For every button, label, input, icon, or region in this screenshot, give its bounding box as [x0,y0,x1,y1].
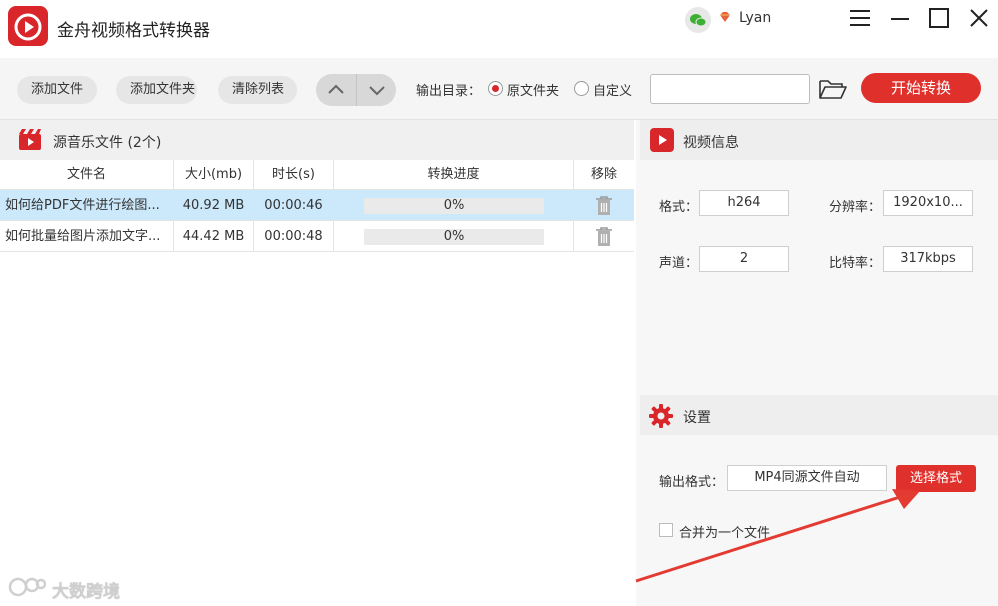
vip-diamond-icon [718,10,732,24]
annotation-arrow [635,489,920,583]
column-header[interactable]: 大小(mb) [174,160,254,190]
resolution-value: 1920x10... [883,190,973,216]
settings-header: 设置 [640,395,998,435]
bitrate-value: 317kbps [883,246,973,272]
column-header[interactable]: 文件名 [0,160,174,190]
video-info-title: 视频信息 [683,135,739,151]
file-list-header: 源音乐文件 (2个) [0,120,634,160]
play-icon [650,128,674,152]
column-header[interactable]: 转换进度 [334,160,574,190]
move-down-button[interactable] [356,74,396,106]
add-file-button[interactable]: 添加文件 [17,76,97,104]
file-size-cell: 44.42 MB [174,221,254,252]
progress-text: 0% [443,229,465,244]
watermark: 大数跨境 [8,574,148,602]
trash-icon[interactable] [594,226,614,248]
move-up-button[interactable] [316,74,356,106]
radio-custom-folder[interactable] [574,81,589,96]
remove-cell [574,190,634,221]
progress-cell: 0% [334,190,574,221]
close-icon[interactable] [967,6,991,30]
gear-icon [648,403,674,429]
maximize-icon[interactable] [927,6,951,30]
channels-label: 声道： [659,256,699,271]
table-row[interactable]: 如何给PDF文件进行绘图... 40.92 MB 00:00:46 0% [0,190,634,221]
remove-cell [574,221,634,252]
column-header[interactable]: 时长(s) [254,160,334,190]
menu-icon[interactable] [848,6,872,30]
column-header[interactable]: 移除 [574,160,634,190]
file-duration-cell: 00:00:48 [254,221,334,252]
reorder-buttons [316,74,396,106]
toolbar: 添加文件 添加文件夹 清除列表 输出目录： 原文件夹 自定义 开始转换 [0,58,998,120]
settings-title: 设置 [683,410,711,426]
app-logo-icon [8,6,48,46]
radio-original-folder[interactable] [488,81,503,96]
wechat-icon[interactable] [685,7,711,33]
file-list-title: 源音乐文件 (2个) [53,135,162,151]
table-row[interactable]: 如何批量给图片添加文字... 44.42 MB 00:00:48 0% [0,221,634,252]
table-header-row: 文件名 大小(mb) 时长(s) 转换进度 移除 [0,160,634,190]
film-icon [18,128,44,152]
watermark-logo-icon [8,576,47,598]
format-value: h264 [699,190,789,216]
clear-list-button[interactable]: 清除列表 [218,76,297,104]
folder-icon[interactable] [818,77,848,101]
user-name[interactable]: Lyan [739,10,771,26]
progress-text: 0% [443,198,465,213]
chevron-up-icon [328,84,344,94]
file-duration-cell: 00:00:46 [254,190,334,221]
radio-custom-label[interactable]: 自定义 [593,80,632,99]
video-info-header: 视频信息 [640,120,998,160]
format-label: 格式： [659,200,699,215]
trash-icon[interactable] [594,195,614,217]
radio-original-label[interactable]: 原文件夹 [507,80,559,99]
output-dir-label: 输出目录： [416,84,482,99]
bitrate-label: 比特率： [829,256,882,271]
file-name-cell: 如何批量给图片添加文字... [0,221,174,252]
output-path-input[interactable] [650,74,810,104]
minimize-icon[interactable] [888,6,912,30]
add-folder-button[interactable]: 添加文件夹 [116,76,197,104]
start-convert-button[interactable]: 开始转换 [861,73,981,103]
watermark-text: 大数跨境 [52,582,120,602]
resolution-label: 分辨率： [829,200,882,215]
chevron-down-icon [369,86,385,96]
progress-cell: 0% [334,221,574,252]
file-size-cell: 40.92 MB [174,190,254,221]
channels-value: 2 [699,246,789,272]
app-title: 金舟视频格式转换器 [57,21,210,41]
title-bar: 金舟视频格式转换器 Lyan [0,0,998,58]
file-name-cell: 如何给PDF文件进行绘图... [0,190,174,221]
